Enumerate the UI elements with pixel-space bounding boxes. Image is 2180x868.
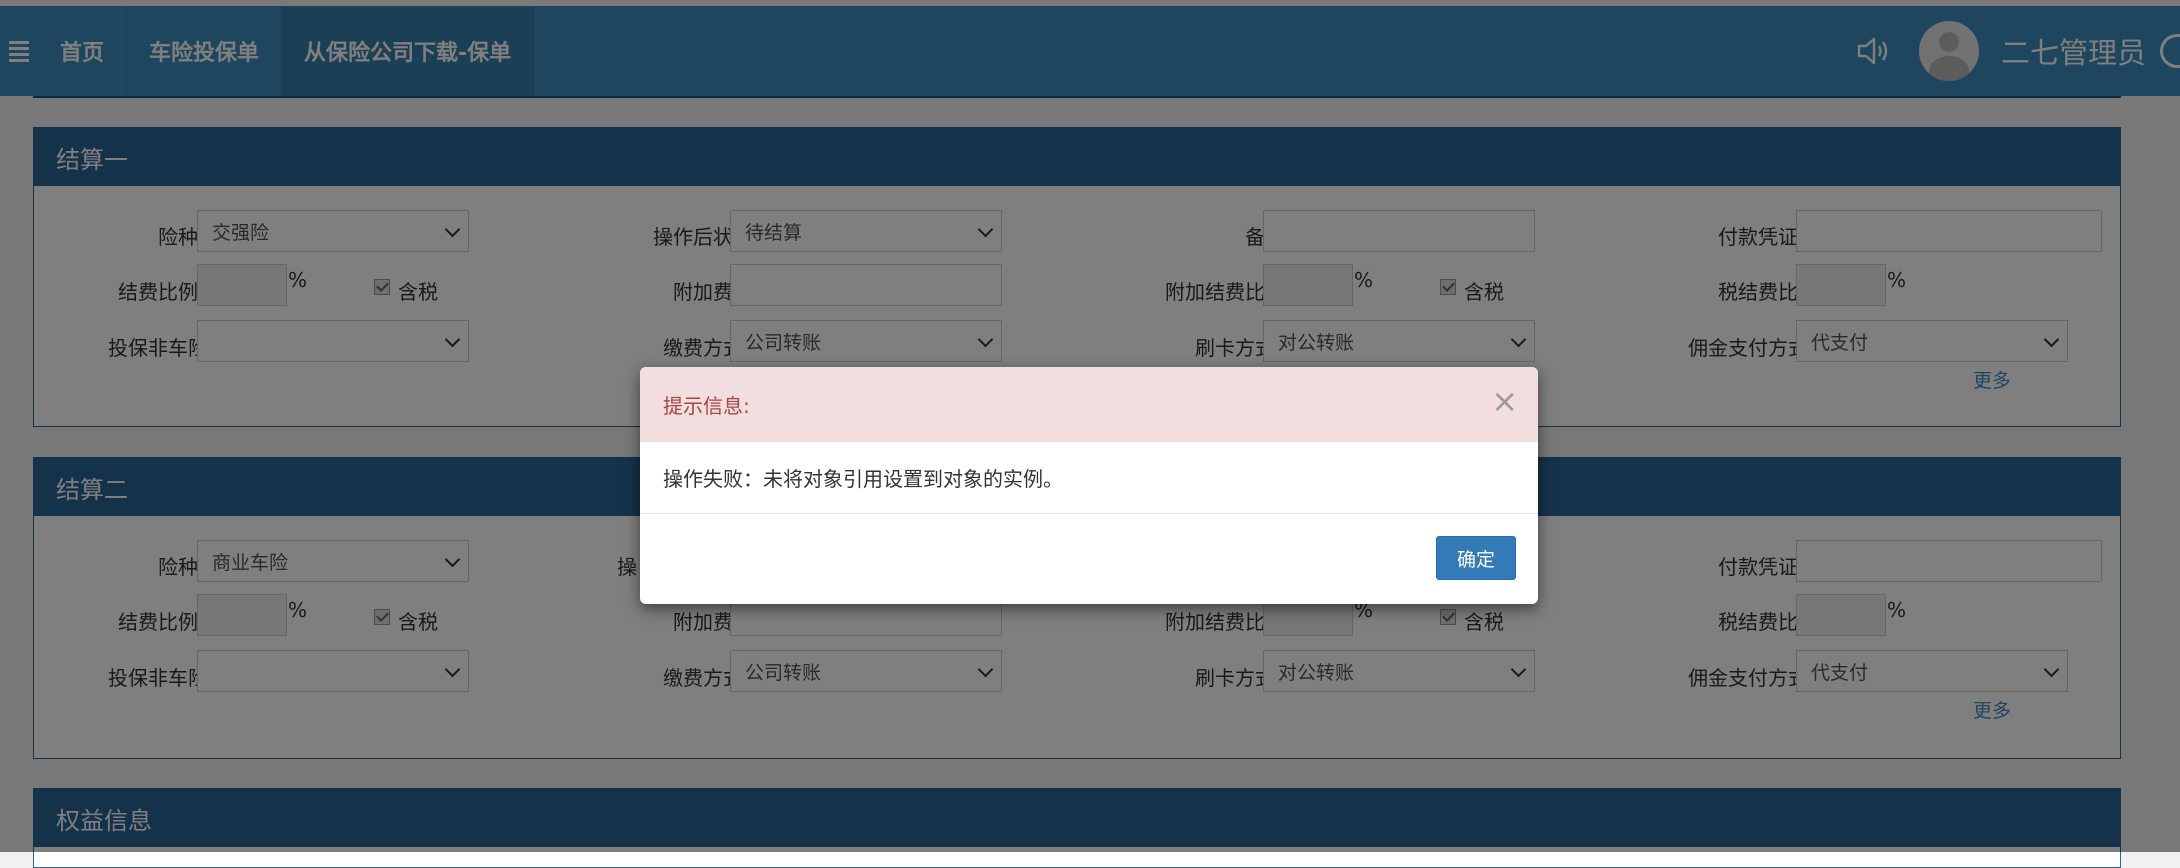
dialog-title: 提示信息:: [663, 393, 750, 418]
dialog-footer: 确定: [640, 514, 1538, 604]
dialog-header: 提示信息: ×: [640, 367, 1538, 442]
dialog-message: 操作失败：未将对象引用设置到对象的实例。: [640, 442, 1538, 514]
close-icon[interactable]: ×: [1491, 385, 1518, 417]
alert-dialog: 提示信息: × 操作失败：未将对象引用设置到对象的实例。 确定: [640, 367, 1538, 604]
confirm-button[interactable]: 确定: [1436, 536, 1516, 580]
